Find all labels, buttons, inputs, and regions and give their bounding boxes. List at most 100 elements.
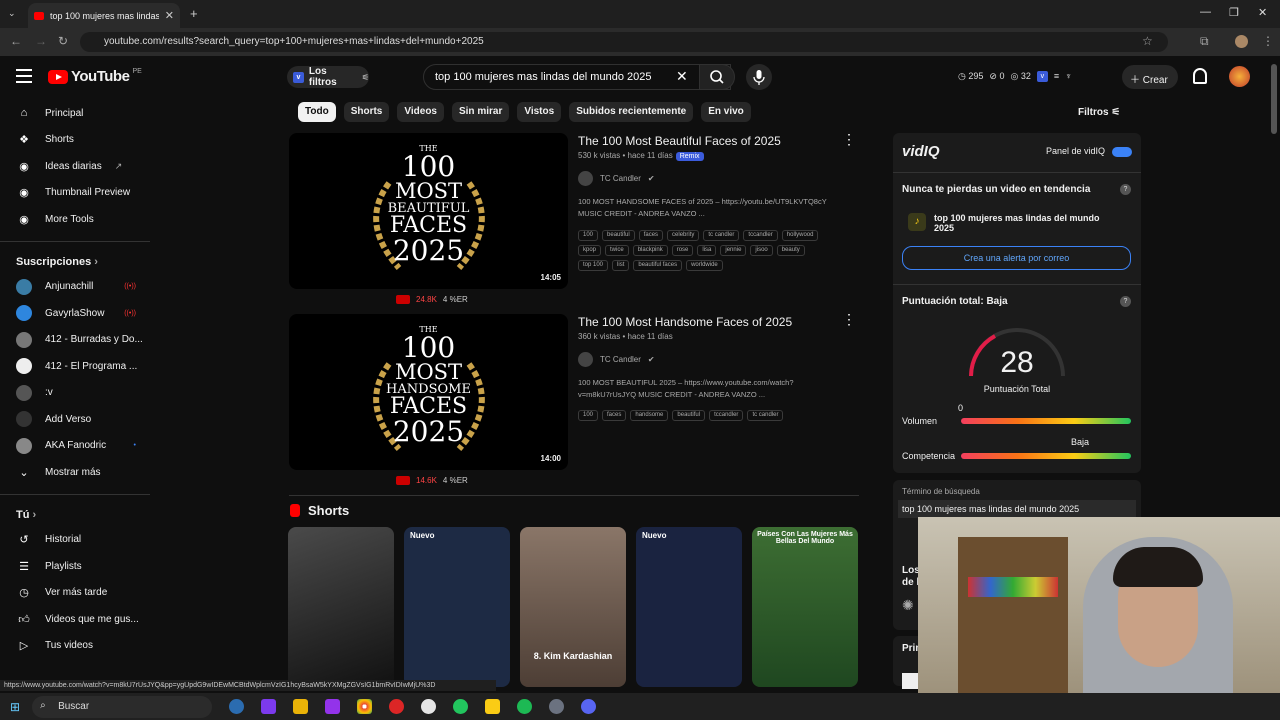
sidebar-item-liked-videos[interactable]: 👍︎ Videos que me gus... (0, 606, 160, 633)
tag-chip[interactable]: twice (605, 245, 629, 256)
tag-chip[interactable]: worldwide (686, 260, 723, 271)
voice-search-button[interactable] (746, 64, 772, 90)
menu-icon[interactable] (16, 69, 32, 83)
subscription-item[interactable]: GavyrlaShow ((•)) (0, 300, 160, 327)
sidebar-item-more-tools[interactable]: ◉ More Tools (0, 206, 160, 233)
taskbar-search[interactable]: ⌕ Buscar (32, 695, 213, 718)
short-card[interactable]: 8. Kim Kardashian (520, 527, 626, 687)
search-button[interactable] (699, 64, 735, 90)
subscription-item[interactable]: AKA Fanodric • (0, 433, 160, 460)
close-tab-icon[interactable]: ✕ (165, 9, 174, 22)
subscription-item[interactable]: 412 - Burradas y Do... (0, 327, 160, 354)
short-card[interactable]: Países Con Las Mujeres Más Bellas Del Mu… (752, 527, 858, 687)
back-icon[interactable]: ← (10, 34, 22, 48)
chip-en-vivo[interactable]: En vivo (701, 102, 751, 122)
chatgpt-icon[interactable] (421, 699, 437, 714)
tag-chip[interactable]: faces (638, 230, 664, 241)
tag-chip[interactable]: rose (671, 245, 694, 256)
tag-chip[interactable]: faces (602, 410, 627, 421)
sidebar-item-tus-videos[interactable]: ▷ Tus videos (0, 633, 160, 660)
sidebar-item-historial[interactable]: ↺ Historial (0, 527, 160, 554)
tag-chip[interactable]: blackpink (632, 245, 668, 256)
tag-chip[interactable]: beautiful faces (633, 260, 683, 271)
windows-start-icon[interactable]: ⊞ (10, 700, 20, 714)
sidebar-item-shorts[interactable]: ❖ Shorts (0, 127, 160, 154)
chip-todo[interactable]: Todo (298, 102, 336, 122)
video-thumbnail[interactable]: THE 100 MOST BEAUTIFUL FACES 2025 14:05 (289, 133, 568, 289)
tab-list-button[interactable]: ⌄ (8, 8, 16, 19)
minimize-button[interactable]: — (1200, 6, 1211, 18)
forward-icon[interactable]: → (35, 34, 47, 48)
notifications-bell-icon[interactable] (1193, 68, 1207, 84)
tag-chip[interactable]: jisoo (750, 245, 773, 256)
opera-icon[interactable] (389, 699, 405, 714)
chip-shorts[interactable]: Shorts (343, 102, 390, 122)
tag-chip[interactable]: lisa (697, 245, 717, 256)
profile-icon[interactable] (1235, 35, 1248, 48)
vidiq-toolbar-icon[interactable]: v (1036, 71, 1048, 82)
tag-chip[interactable]: tc candler (747, 410, 784, 421)
tag-chip[interactable]: celebrity (667, 230, 700, 241)
tag-chip[interactable]: top 100 (578, 260, 609, 271)
video-title[interactable]: The 100 Most Handsome Faces of 2025 (578, 315, 792, 329)
you-heading[interactable]: Tú › (0, 503, 160, 527)
channel-link[interactable]: TC Candler ✔ (578, 352, 655, 367)
channel-link[interactable]: TC Candler ✔ (578, 171, 655, 186)
help-icon[interactable]: ? (1120, 184, 1131, 195)
search-filters-button[interactable]: Filtros ⚟ (1078, 107, 1120, 118)
subscription-item[interactable]: Anjunachill ((•)) (0, 274, 160, 301)
vidiq-filters-button[interactable]: v Los filtros ⚟ (287, 66, 369, 88)
chip-videos[interactable]: Videos (397, 102, 444, 122)
spotify-icon[interactable] (517, 699, 533, 714)
file-explorer-icon[interactable] (293, 699, 309, 714)
maximize-button[interactable]: ❐ (1229, 6, 1239, 19)
page-scrollbar[interactable] (1271, 64, 1277, 134)
chip-subidos-recientemente[interactable]: Subidos recientemente (569, 102, 694, 122)
extensions-icon[interactable]: ⧉ (1200, 34, 1209, 49)
browser-menu-icon[interactable]: ⋮ (1262, 34, 1274, 48)
trophy-icon[interactable]: ♆ (1065, 71, 1072, 82)
tag-chip[interactable]: kpop (578, 245, 602, 256)
short-card[interactable] (288, 527, 394, 687)
sidebar-item-ideas-diarias[interactable]: ◉ Ideas diarias ↗ (0, 153, 160, 180)
subscription-item[interactable]: 412 - El Programa ... (0, 353, 160, 380)
sidebar-item-thumbnail-preview[interactable]: ◉ Thumbnail Preview (0, 180, 160, 207)
copilot-icon[interactable] (261, 699, 277, 714)
browser-tab[interactable]: top 100 mujeres mas lindas del ✕ (28, 3, 180, 28)
tag-chip[interactable]: 100 (578, 410, 599, 421)
tag-chip[interactable]: 100 (578, 230, 599, 241)
notes-icon[interactable] (485, 699, 501, 714)
chart-icon[interactable]: ≡ (1054, 71, 1059, 82)
subscription-item[interactable]: Add Verso (0, 406, 160, 433)
tag-chip[interactable]: tccandler (743, 230, 778, 241)
video-thumbnail[interactable]: THE 100 MOST HANDSOME FACES 2025 14:00 (289, 314, 568, 470)
tag-chip[interactable]: hollywood (781, 230, 819, 241)
discord-icon[interactable] (581, 699, 597, 714)
bookmark-star-icon[interactable]: ☆ (1142, 34, 1153, 48)
tag-chip[interactable]: beautiful (672, 410, 706, 421)
url-field[interactable]: youtube.com/results?search_query=top+100… (80, 32, 1168, 52)
tag-chip[interactable]: beauty (776, 245, 805, 256)
short-card[interactable]: Nuevo (404, 527, 510, 687)
short-card[interactable]: Nuevo (636, 527, 742, 687)
tag-chip[interactable]: tccandler (709, 410, 744, 421)
panel-toggle[interactable] (1112, 147, 1132, 157)
new-tab-button[interactable]: + (190, 6, 198, 21)
tag-chip[interactable]: tc candler (703, 230, 740, 241)
chrome-icon[interactable] (357, 699, 373, 714)
more-options-icon[interactable]: ⋮ (842, 311, 856, 328)
clear-search-icon[interactable]: ✕ (676, 68, 688, 85)
chip-vistos[interactable]: Vistos (517, 102, 562, 122)
video-title[interactable]: The 100 Most Beautiful Faces of 2025 (578, 134, 781, 148)
subscriptions-heading[interactable]: Suscripciones › (0, 250, 160, 274)
obs-icon[interactable] (549, 699, 565, 714)
app-icon[interactable] (325, 699, 341, 714)
reload-icon[interactable]: ↻ (58, 34, 68, 48)
more-options-icon[interactable]: ⋮ (842, 131, 856, 148)
sidebar-item-playlists[interactable]: ☰ Playlists (0, 553, 160, 580)
create-button[interactable]: ＋ Crear (1122, 65, 1178, 89)
user-avatar[interactable] (1229, 66, 1250, 87)
tag-chip[interactable]: beautiful (602, 230, 635, 241)
help-icon[interactable]: ? (1120, 296, 1131, 307)
edge-icon[interactable] (229, 699, 245, 714)
